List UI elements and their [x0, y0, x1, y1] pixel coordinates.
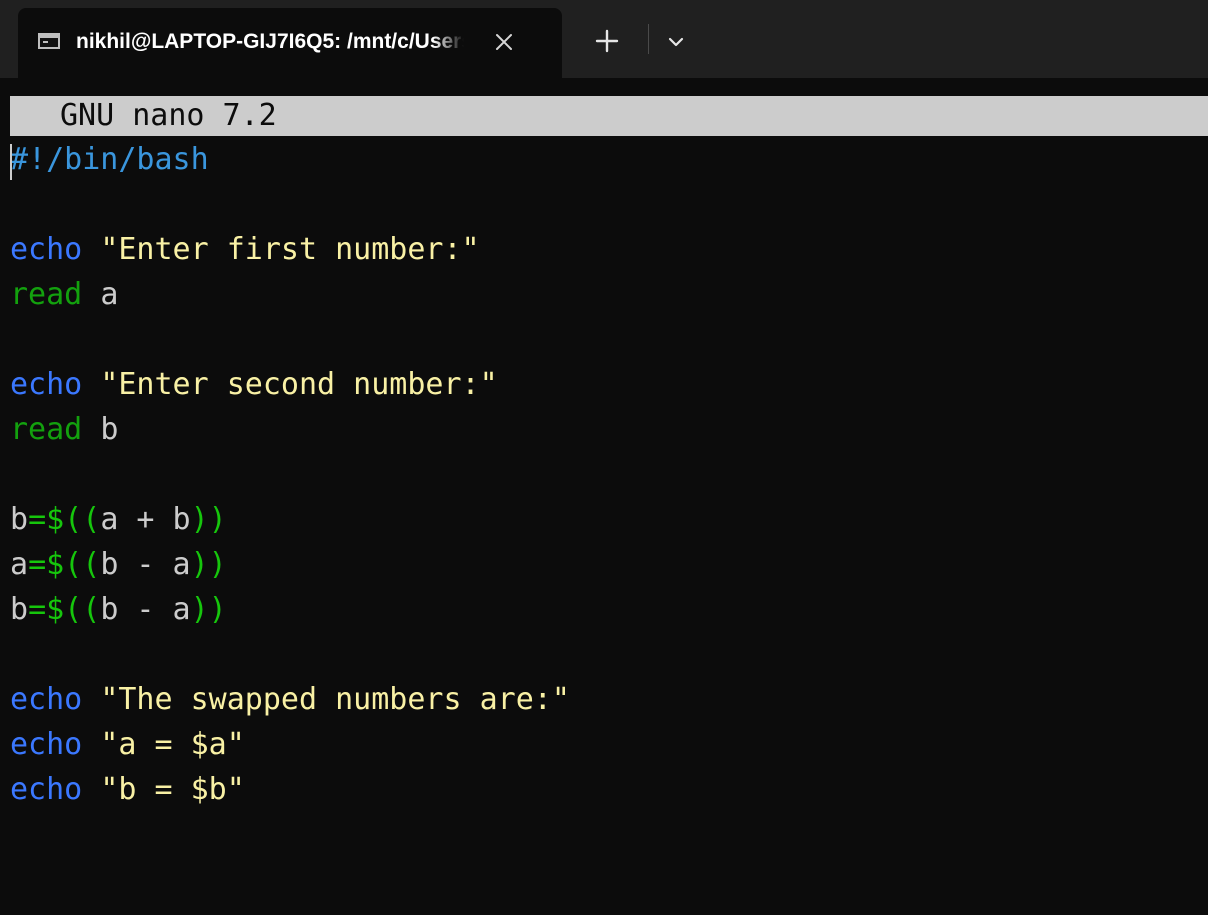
code-line: #!/bin/bash — [10, 137, 1208, 182]
code-line: echo "b = $b" — [10, 767, 1208, 812]
string-literal: "The swapped numbers are:" — [100, 682, 570, 717]
arith-expression: b - a — [100, 592, 191, 627]
assign-target: b — [10, 502, 29, 537]
keyword-read: read — [10, 412, 83, 447]
variable-name: b — [100, 412, 119, 447]
arith-close: )) — [190, 547, 227, 582]
arith-open: $(( — [46, 592, 101, 627]
assign-target: b — [10, 592, 29, 627]
keyword-echo: echo — [10, 682, 83, 717]
string-literal: "b = $b" — [100, 772, 245, 807]
nano-title-bar: GNU nano 7.2 — [10, 96, 1208, 136]
code-line: a=$((b - a)) — [10, 542, 1208, 587]
keyword-echo: echo — [10, 232, 83, 267]
text-cursor — [10, 144, 12, 180]
code-line: b=$((b - a)) — [10, 587, 1208, 632]
code-line: read b — [10, 407, 1208, 452]
shebang: #!/bin/bash — [10, 142, 209, 177]
assign-target: a — [10, 547, 29, 582]
keyword-echo: echo — [10, 772, 83, 807]
close-icon[interactable] — [488, 26, 520, 58]
code-line: read a — [10, 272, 1208, 317]
editor-area[interactable]: #!/bin/bash echo "Enter first number:" r… — [10, 137, 1208, 915]
string-literal: "Enter first number:" — [100, 232, 480, 267]
arith-expression: a + b — [100, 502, 191, 537]
assign-operator: = — [28, 547, 47, 582]
string-literal: "a = $a" — [100, 727, 245, 762]
keyword-read: read — [10, 277, 83, 312]
plus-icon[interactable] — [590, 24, 624, 58]
nano-version-title: GNU nano 7.2 — [60, 98, 277, 133]
arith-expression: b - a — [100, 547, 191, 582]
tab-separator — [648, 24, 649, 54]
chevron-down-icon[interactable] — [662, 28, 690, 56]
keyword-echo: echo — [10, 727, 83, 762]
terminal-tab[interactable]: nikhil@LAPTOP-GIJ7I6Q5: /mnt/c/Users/nik… — [18, 8, 562, 78]
code-line: echo "Enter first number:" — [10, 227, 1208, 272]
keyword-echo: echo — [10, 367, 83, 402]
code-line: b=$((a + b)) — [10, 497, 1208, 542]
arith-close: )) — [190, 592, 227, 627]
terminal-window: nikhil@LAPTOP-GIJ7I6Q5: /mnt/c/Users/nik… — [0, 0, 1208, 915]
arith-close: )) — [190, 502, 227, 537]
code-line: echo "The swapped numbers are:" — [10, 677, 1208, 722]
code-line: echo "Enter second number:" — [10, 362, 1208, 407]
code-line: echo "a = $a" — [10, 722, 1208, 767]
arith-open: $(( — [46, 547, 101, 582]
assign-operator: = — [28, 592, 47, 627]
variable-name: a — [100, 277, 119, 312]
arith-open: $(( — [46, 502, 101, 537]
tab-title: nikhil@LAPTOP-GIJ7I6Q5: /mnt/c/Users/nik… — [76, 30, 464, 53]
string-literal: "Enter second number:" — [100, 367, 498, 402]
terminal-icon — [38, 33, 60, 49]
tab-strip: nikhil@LAPTOP-GIJ7I6Q5: /mnt/c/Users/nik… — [0, 0, 1208, 78]
assign-operator: = — [28, 502, 47, 537]
